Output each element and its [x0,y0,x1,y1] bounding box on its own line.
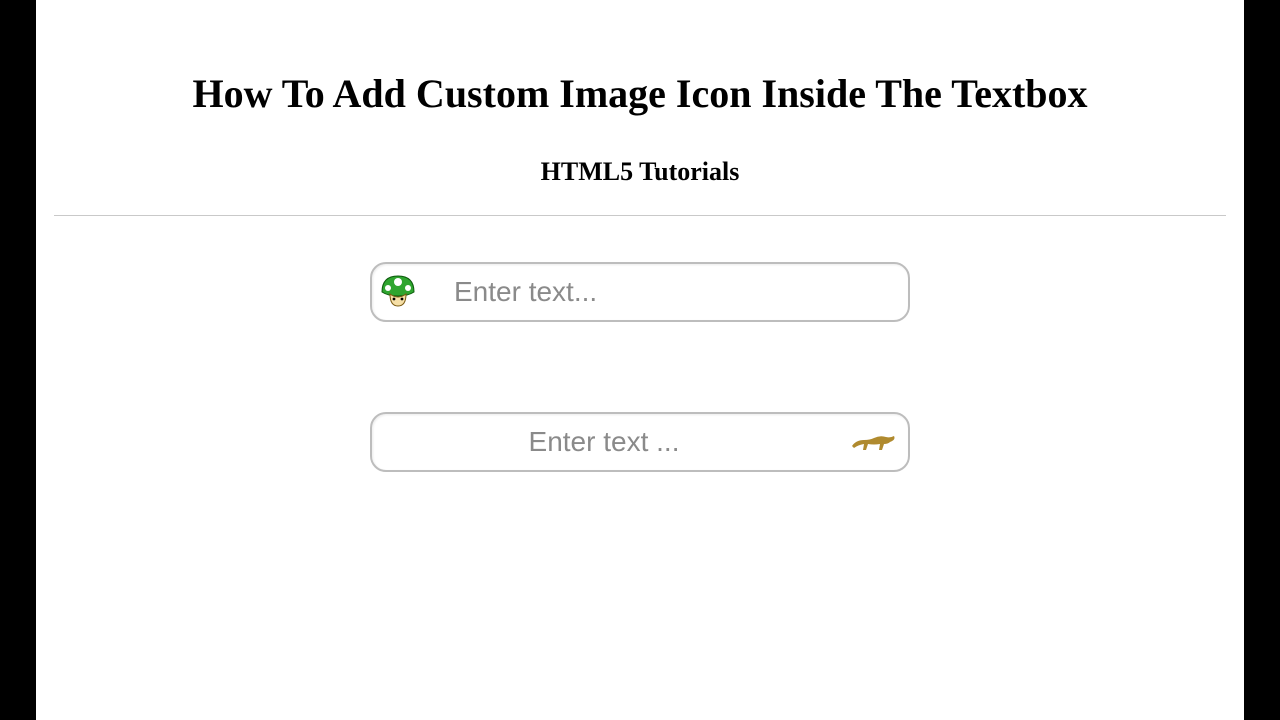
page: How To Add Custom Image Icon Inside The … [36,0,1244,720]
form-area [36,216,1244,472]
page-subtitle: HTML5 Tutorials [36,135,1244,215]
page-title: How To Add Custom Image Icon Inside The … [36,0,1244,135]
letterbox-right [1244,0,1280,720]
letterbox-left [0,0,36,720]
text-input-left-icon[interactable] [432,264,908,320]
textbox-with-right-icon [370,412,910,472]
mushroom-icon [372,264,432,320]
text-input-right-icon[interactable] [372,414,836,470]
textbox-with-left-icon [370,262,910,322]
leopard-icon [836,414,908,470]
